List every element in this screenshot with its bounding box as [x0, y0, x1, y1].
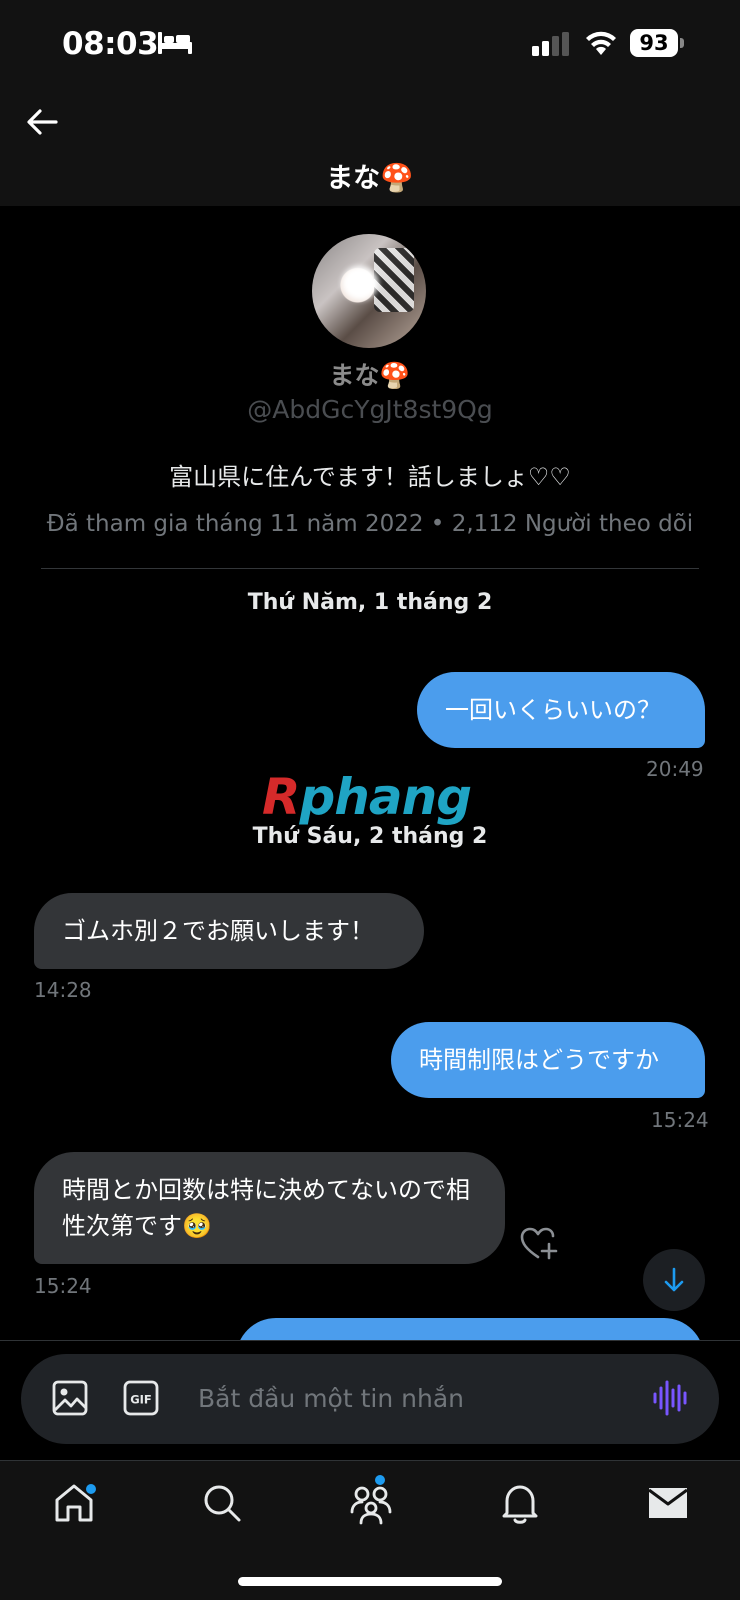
notification-dot [86, 1484, 96, 1494]
svg-text:GIF: GIF [130, 1393, 152, 1407]
home-indicator [238, 1577, 502, 1586]
watermark-rest: phang [299, 768, 473, 826]
tab-home[interactable] [51, 1480, 97, 1526]
message-time: 15:24 [651, 1108, 709, 1132]
image-icon[interactable] [52, 1380, 88, 1416]
divider [41, 568, 699, 569]
date-separator: Thứ Sáu, 2 tháng 2 [252, 824, 488, 849]
arrow-left-icon[interactable] [22, 102, 62, 142]
watermark-logo: Rphang [262, 768, 473, 826]
message-input[interactable] [198, 1376, 618, 1420]
tab-messages[interactable] [645, 1480, 691, 1526]
scroll-to-bottom-button[interactable] [643, 1249, 705, 1311]
profile-meta: Đã tham gia tháng 11 năm 2022 • 2,112 Ng… [46, 511, 694, 537]
message-time: 14:28 [34, 978, 92, 1002]
profile-handle[interactable]: @AbdGcYgJt8st9Qg [0, 395, 740, 424]
watermark-first-letter: R [262, 768, 301, 826]
battery-indicator: 93 [630, 29, 678, 57]
message-bubble-incoming[interactable]: ゴムホ別２でお願いします！ [34, 893, 424, 969]
gif-icon[interactable]: GIF [123, 1380, 159, 1416]
header-title[interactable]: まな🍄 [0, 156, 740, 195]
date-separator: Thứ Năm, 1 tháng 2 [247, 590, 493, 615]
search-icon [204, 1485, 241, 1522]
heart-plus-icon[interactable] [520, 1227, 558, 1261]
notification-dot [375, 1475, 385, 1485]
voice-wave-icon[interactable] [652, 1380, 688, 1416]
sleep-bed-icon [158, 32, 192, 54]
tab-communities[interactable] [348, 1475, 394, 1526]
battery-tip [680, 38, 684, 48]
avatar[interactable] [312, 234, 426, 348]
status-time: 08:03 [62, 26, 159, 62]
profile-bio: 富山県に住んでます！話しましょ♡♡ [169, 463, 571, 491]
communities-icon [350, 1486, 392, 1525]
message-time: 15:24 [34, 1274, 92, 1298]
mail-icon [648, 1488, 688, 1518]
profile-name[interactable]: まな🍄 [0, 356, 740, 392]
avatar-photo-detail [374, 248, 414, 312]
message-time: 20:49 [646, 757, 704, 781]
conversation-header: まな🍄 [0, 90, 740, 206]
message-bubble-incoming[interactable]: 時間とか回数は特に決めてないので相性次第です🥹 [34, 1152, 505, 1264]
arrow-down-icon [664, 1267, 684, 1292]
message-bubble-outgoing[interactable]: 一回いくらいいの？ [417, 672, 705, 748]
status-bar: 08:03 93 [0, 0, 740, 90]
avatar-blur-mask [342, 266, 378, 300]
message-bubble-outgoing[interactable]: 時間制限はどうですか [391, 1022, 705, 1098]
cellular-signal-icon [532, 32, 569, 56]
tab-search[interactable] [199, 1480, 245, 1526]
wifi-icon [586, 31, 616, 55]
tab-notifications[interactable] [497, 1480, 543, 1526]
bell-icon [502, 1485, 538, 1524]
